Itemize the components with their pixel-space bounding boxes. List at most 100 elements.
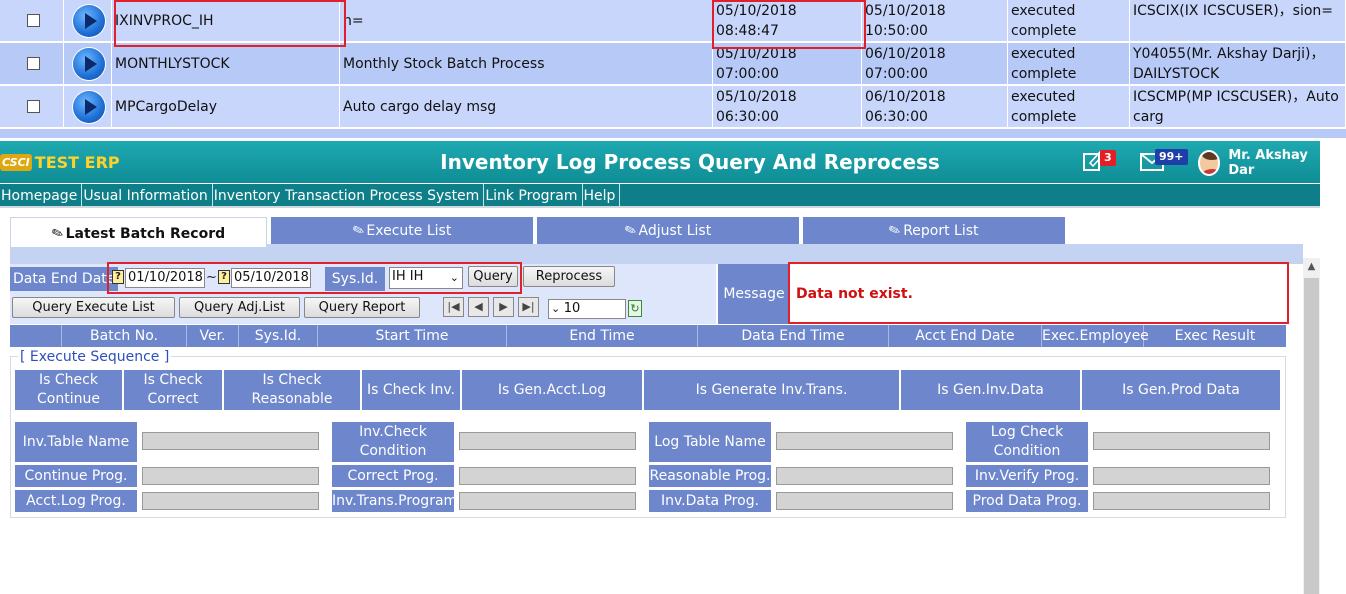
play-icon[interactable] [73,47,105,80]
col-exec-result[interactable]: Exec Result [1144,325,1286,347]
prod-data-prog-field[interactable] [1093,492,1270,510]
table-row[interactable]: MONTHLYSTOCK Monthly Stock Batch Process… [0,43,1346,86]
menu-item-help[interactable]: Help [583,184,621,206]
menu-item-usual-information[interactable]: Usual Information [82,184,213,206]
tab-label: Report List [903,223,979,239]
col-acct-end-date[interactable]: Acct End Date [889,325,1042,347]
reasonable-prog-field[interactable] [776,467,953,485]
chevron-down-icon: ⌄ [551,302,564,315]
acct-log-prog-field[interactable] [142,492,319,510]
col-data-end-time[interactable]: Data End Time [698,325,889,347]
data-end-date-label: Data End Date [10,267,119,291]
row-end: 06/10/2018 06:30:00 [862,86,1008,128]
row-start: 05/10/2018 06:30:00 [713,86,862,128]
col-batch-no[interactable]: Batch No. [62,325,187,347]
next-page-icon[interactable]: ▶ [493,297,514,317]
prev-page-icon[interactable]: ◀ [468,297,489,317]
query-adj-list-button[interactable]: Query Adj.List [179,297,300,318]
continue-prog-field[interactable] [142,467,319,485]
prod-data-prog-label: Prod Data Prog. [966,490,1088,512]
query-report-button[interactable]: Query Report [304,297,420,318]
inv-table-name-field[interactable] [142,432,319,450]
col-sysid[interactable]: Sys.Id. [239,325,318,347]
message-label: Message [718,264,790,324]
col-end-time[interactable]: End Time [507,325,698,347]
tab-report-list[interactable]: ✎Report List [803,217,1065,244]
correct-prog-field[interactable] [459,467,636,485]
user-menu[interactable]: Mr. Akshay Dar [1198,148,1320,178]
row-end: 05/10/2018 10:50:00 [862,0,1008,42]
log-table-name-label: Log Table Name [649,422,771,462]
highlight-box [788,262,1289,324]
row-checkbox[interactable] [26,14,40,27]
is-gen-prod-data-header: Is Gen.Prod Data [1082,370,1280,410]
menu-item-inventory-transaction[interactable]: Inventory Transaction Process System [213,184,485,206]
row-desc: Monthly Stock Batch Process [340,43,713,85]
inv-data-prog-label: Inv.Data Prog. [649,490,771,512]
row-result: executed complete [1008,43,1130,85]
highlight-box [107,262,522,294]
scroll-up-icon[interactable]: ▲ [1303,258,1320,275]
col-ver[interactable]: Ver. [187,325,239,347]
query-execute-list-button[interactable]: Query Execute List [12,297,175,318]
mail-badge: 99+ [1155,149,1188,165]
play-icon[interactable] [73,90,105,123]
tab-label: Execute List [366,223,452,239]
is-check-reasonable-header: Is Check Reasonable [224,370,360,410]
is-check-continue-header: Is Check Continue [15,370,122,410]
inv-verify-prog-field[interactable] [1093,467,1270,485]
row-message: ICSCIX(IX ICSCUSER)，sion= [1130,0,1346,42]
avatar [1198,150,1221,176]
batch-grid: IXINVPROC_IH n= 05/10/2018 08:48:47 05/1… [0,0,1346,138]
row-message: ICSCMP(MP ICSCUSER)，Auto carg [1130,86,1346,128]
row-desc: n= [340,0,713,42]
page-size-value: 10 [563,301,581,316]
row-checkbox[interactable] [26,100,40,113]
inv-table-name-label: Inv.Table Name [15,422,137,462]
logo[interactable]: CSCI TEST ERP [0,151,120,173]
reprocess-button[interactable]: Reprocess [523,266,615,287]
is-gen-acct-log-header: Is Gen.Acct.Log [462,370,642,410]
last-page-icon[interactable]: ▶| [518,297,539,317]
refresh-icon[interactable]: ↻ [628,300,642,317]
inv-check-condition-label: Inv.Check Condition [332,422,454,462]
row-checkbox[interactable] [26,57,40,70]
inv-check-condition-field[interactable] [459,432,636,450]
col-exec-employee[interactable]: Exec.Employee [1042,325,1149,347]
row-message: Y04055(Mr. Akshay Darji)，DAILYSTOCK [1130,43,1346,85]
play-icon[interactable] [73,4,105,37]
inv-trans-program-field[interactable] [459,492,636,510]
is-gen-inv-data-header: Is Gen.Inv.Data [901,370,1080,410]
correct-prog-label: Correct Prog. [332,465,454,487]
row-name: MPCargoDelay [112,86,340,128]
continue-prog-label: Continue Prog. [15,465,137,487]
execute-sequence-legend: [ Execute Sequence ] [18,349,172,365]
row-result: executed complete [1008,86,1130,128]
menu-item-homepage[interactable]: Homepage [0,184,83,206]
menu-item-link-program[interactable]: Link Program [484,184,583,206]
tab-latest-batch-record[interactable]: ✎Latest Batch Record [10,217,267,247]
page-size-select[interactable]: ⌄ 10 [548,299,626,319]
notification-badge: 3 [1100,150,1116,166]
table-row-partial [0,129,1346,138]
user-name: Mr. Akshay Dar [1228,148,1308,178]
first-page-icon[interactable]: |◀ [443,297,464,317]
inv-trans-program-label: Inv.Trans.Program [332,490,457,512]
vertical-scrollbar[interactable]: ▲ [1303,258,1320,594]
log-table-name-field[interactable] [776,432,953,450]
is-check-inv-header: Is Check Inv. [362,370,460,410]
row-end: 06/10/2018 07:00:00 [862,43,1008,85]
tab-adjust-list[interactable]: ✎Adjust List [537,217,799,244]
scrollbar-thumb[interactable] [1304,278,1319,594]
log-check-condition-field[interactable] [1093,432,1270,450]
is-check-correct-header: Is Check Correct [124,370,222,410]
table-row[interactable]: MPCargoDelay Auto cargo delay msg 05/10/… [0,86,1346,129]
is-generate-inv-trans-header: Is Generate Inv.Trans. [644,370,899,410]
row-name: MONTHLYSTOCK [112,43,340,85]
tab-execute-list[interactable]: ✎Execute List [271,217,533,244]
row-result: executed complete [1008,0,1130,42]
batch-table-header: Batch No. Ver. Sys.Id. Start Time End Ti… [10,325,1286,347]
tab-label: Adjust List [638,223,712,239]
inv-data-prog-field[interactable] [776,492,953,510]
col-start-time[interactable]: Start Time [318,325,507,347]
